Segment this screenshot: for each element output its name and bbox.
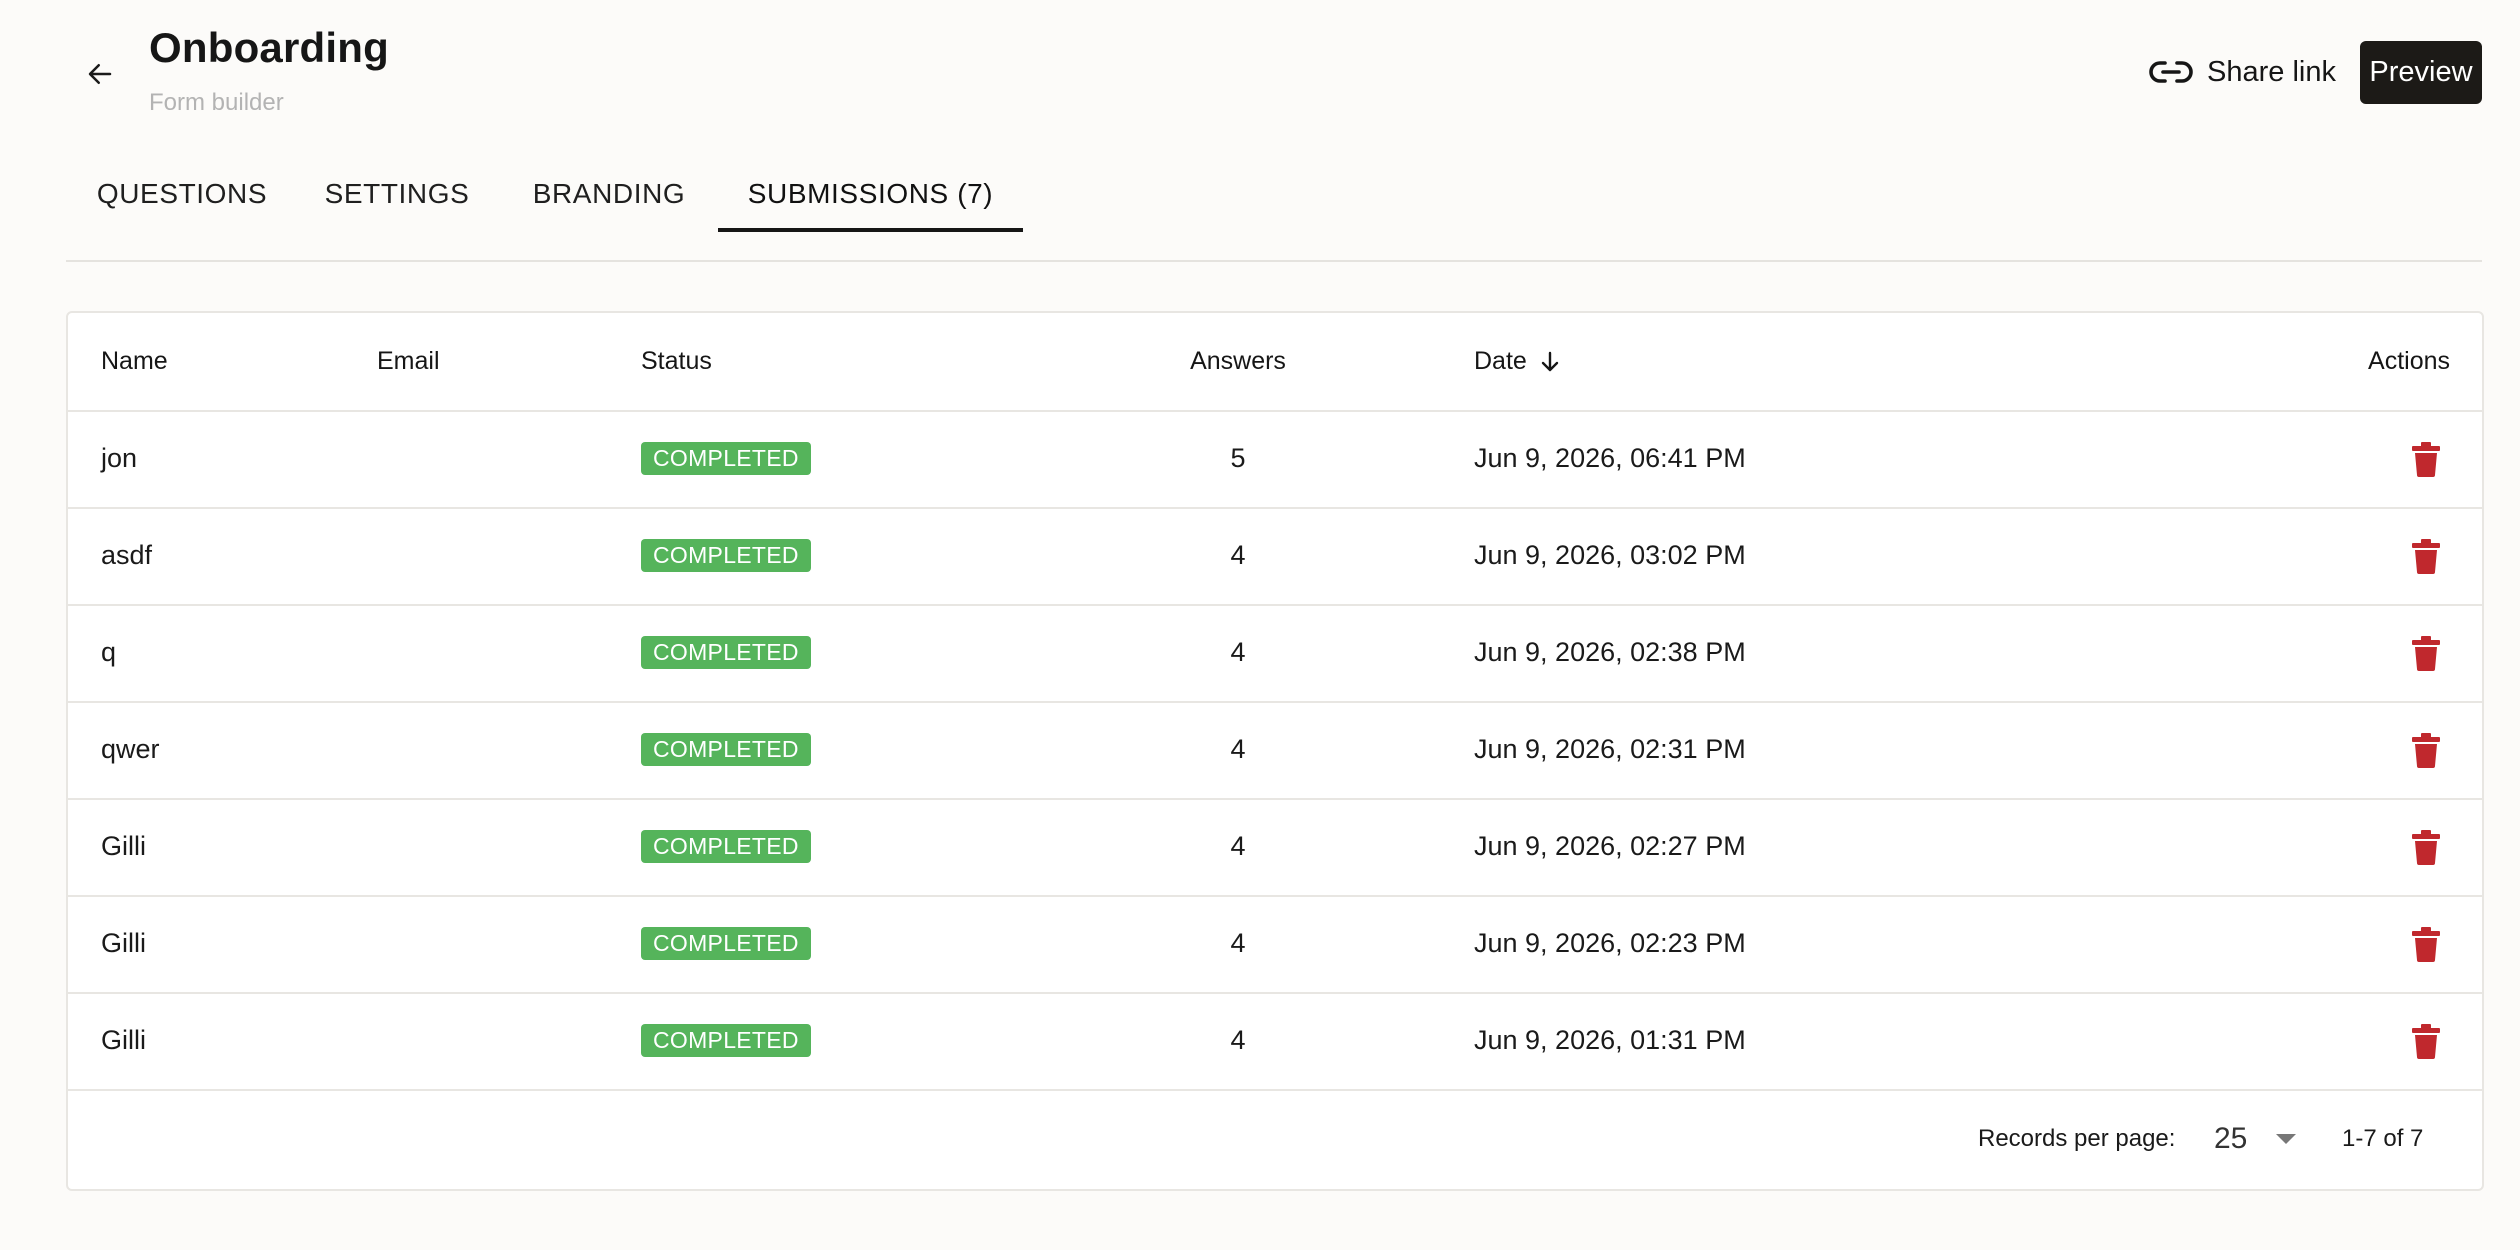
- submissions-table: Name Email Status Answers Date Actions j…: [66, 311, 2484, 1191]
- submission-name: qwer: [101, 734, 160, 764]
- submission-date: Jun 9, 2026, 06:41 PM: [1474, 443, 1746, 473]
- table-row[interactable]: jon COMPLETED 5 Jun 9, 2026, 06:41 PM: [68, 410, 2482, 509]
- submission-actions: [2402, 701, 2450, 798]
- arrow-left-icon: [88, 64, 112, 84]
- table-row[interactable]: q COMPLETED 4 Jun 9, 2026, 02:38 PM: [68, 604, 2482, 703]
- tab-questions[interactable]: QUESTIONS: [97, 160, 267, 228]
- tab-submissions[interactable]: SUBMISSIONS (7): [718, 160, 1023, 232]
- submission-name: q: [101, 637, 117, 667]
- submission-answers: 5: [1230, 443, 1246, 473]
- submission-actions: [2402, 798, 2450, 895]
- trash-icon: [2412, 1023, 2440, 1059]
- submission-name: asdf: [101, 540, 153, 570]
- submission-date: Jun 9, 2026, 02:31 PM: [1474, 734, 1746, 764]
- submission-actions: [2402, 895, 2450, 992]
- table-row[interactable]: Gilli COMPLETED 4 Jun 9, 2026, 01:31 PM: [68, 992, 2482, 1091]
- delete-submission-button[interactable]: [2402, 1017, 2450, 1065]
- submission-date: Jun 9, 2026, 02:23 PM: [1474, 928, 1746, 958]
- trash-icon: [2412, 635, 2440, 671]
- submission-date: Jun 9, 2026, 02:27 PM: [1474, 831, 1746, 861]
- delete-submission-button[interactable]: [2402, 726, 2450, 774]
- table-header-row: Name Email Status Answers Date Actions: [68, 313, 2482, 412]
- submission-date: Jun 9, 2026, 03:02 PM: [1474, 540, 1746, 570]
- tab-settings[interactable]: SETTINGS: [325, 160, 469, 228]
- submission-actions: [2402, 410, 2450, 507]
- status-badge: COMPLETED: [641, 733, 811, 766]
- tab-branding[interactable]: BRANDING: [532, 160, 686, 228]
- back-button[interactable]: [76, 50, 124, 98]
- submission-name: Gilli: [101, 928, 146, 958]
- submission-answers: 4: [1230, 1025, 1246, 1055]
- submission-date: Jun 9, 2026, 02:38 PM: [1474, 637, 1746, 667]
- status-badge: COMPLETED: [641, 636, 811, 669]
- trash-icon: [2412, 441, 2440, 477]
- table-row[interactable]: Gilli COMPLETED 4 Jun 9, 2026, 02:23 PM: [68, 895, 2482, 994]
- submission-answers: 4: [1230, 928, 1246, 958]
- pagination-range: 1-7 of 7: [2342, 1125, 2424, 1152]
- link-icon: [2149, 61, 2193, 83]
- status-badge: COMPLETED: [641, 927, 811, 960]
- submission-actions: [2402, 992, 2450, 1089]
- delete-submission-button[interactable]: [2402, 532, 2450, 580]
- trash-icon: [2412, 732, 2440, 768]
- submission-answers: 4: [1230, 540, 1246, 570]
- status-badge: COMPLETED: [641, 1024, 811, 1057]
- submission-name: Gilli: [101, 1025, 146, 1055]
- submission-status: COMPLETED: [641, 895, 811, 992]
- arrow-down-icon[interactable]: [1539, 350, 1561, 374]
- page-subtitle: Form builder: [149, 89, 284, 116]
- delete-submission-button[interactable]: [2402, 920, 2450, 968]
- submission-status: COMPLETED: [641, 798, 811, 895]
- page-title: Onboarding: [149, 24, 389, 71]
- submission-answers: 4: [1230, 831, 1246, 861]
- delete-submission-button[interactable]: [2402, 435, 2450, 483]
- share-link-button[interactable]: Share link: [2149, 50, 2336, 94]
- preview-button[interactable]: Preview: [2360, 41, 2482, 104]
- column-header-date[interactable]: Date: [1474, 313, 1561, 410]
- records-per-page-label: Records per page:: [1978, 1125, 2176, 1152]
- submission-status: COMPLETED: [641, 701, 811, 798]
- table-pagination: Records per page: 25 1-7 of 7: [68, 1091, 2482, 1187]
- delete-submission-button[interactable]: [2402, 823, 2450, 871]
- page-header: Onboarding Form builder Share link Previ…: [0, 0, 2520, 140]
- submission-answers: 4: [1230, 734, 1246, 764]
- tab-bar: QUESTIONS SETTINGS BRANDING SUBMISSIONS …: [66, 160, 2482, 262]
- column-header-email[interactable]: Email: [377, 313, 440, 410]
- share-link-label: Share link: [2207, 55, 2336, 88]
- table-row[interactable]: asdf COMPLETED 4 Jun 9, 2026, 03:02 PM: [68, 507, 2482, 606]
- submission-name: jon: [101, 443, 138, 473]
- submission-name: Gilli: [101, 831, 146, 861]
- trash-icon: [2412, 829, 2440, 865]
- table-row[interactable]: Gilli COMPLETED 4 Jun 9, 2026, 02:27 PM: [68, 798, 2482, 897]
- caret-down-icon: [2276, 1134, 2296, 1144]
- records-per-page-select[interactable]: 25: [2214, 1115, 2304, 1163]
- status-badge: COMPLETED: [641, 442, 811, 475]
- submission-answers: 4: [1230, 637, 1246, 667]
- submission-status: COMPLETED: [641, 992, 811, 1089]
- column-header-actions: Actions: [2368, 347, 2450, 375]
- delete-submission-button[interactable]: [2402, 629, 2450, 677]
- column-header-date-label: Date: [1474, 347, 1527, 375]
- records-per-page-value: 25: [2214, 1122, 2248, 1155]
- status-badge: COMPLETED: [641, 830, 811, 863]
- trash-icon: [2412, 926, 2440, 962]
- submission-actions: [2402, 507, 2450, 604]
- submission-actions: [2402, 604, 2450, 701]
- column-header-status[interactable]: Status: [641, 313, 712, 410]
- column-header-name[interactable]: Name: [101, 313, 168, 410]
- submission-date: Jun 9, 2026, 01:31 PM: [1474, 1025, 1746, 1055]
- submission-status: COMPLETED: [641, 410, 811, 507]
- status-badge: COMPLETED: [641, 539, 811, 572]
- column-header-answers[interactable]: Answers: [1138, 313, 1338, 410]
- trash-icon: [2412, 538, 2440, 574]
- submission-status: COMPLETED: [641, 507, 811, 604]
- submission-status: COMPLETED: [641, 604, 811, 701]
- table-row[interactable]: qwer COMPLETED 4 Jun 9, 2026, 02:31 PM: [68, 701, 2482, 800]
